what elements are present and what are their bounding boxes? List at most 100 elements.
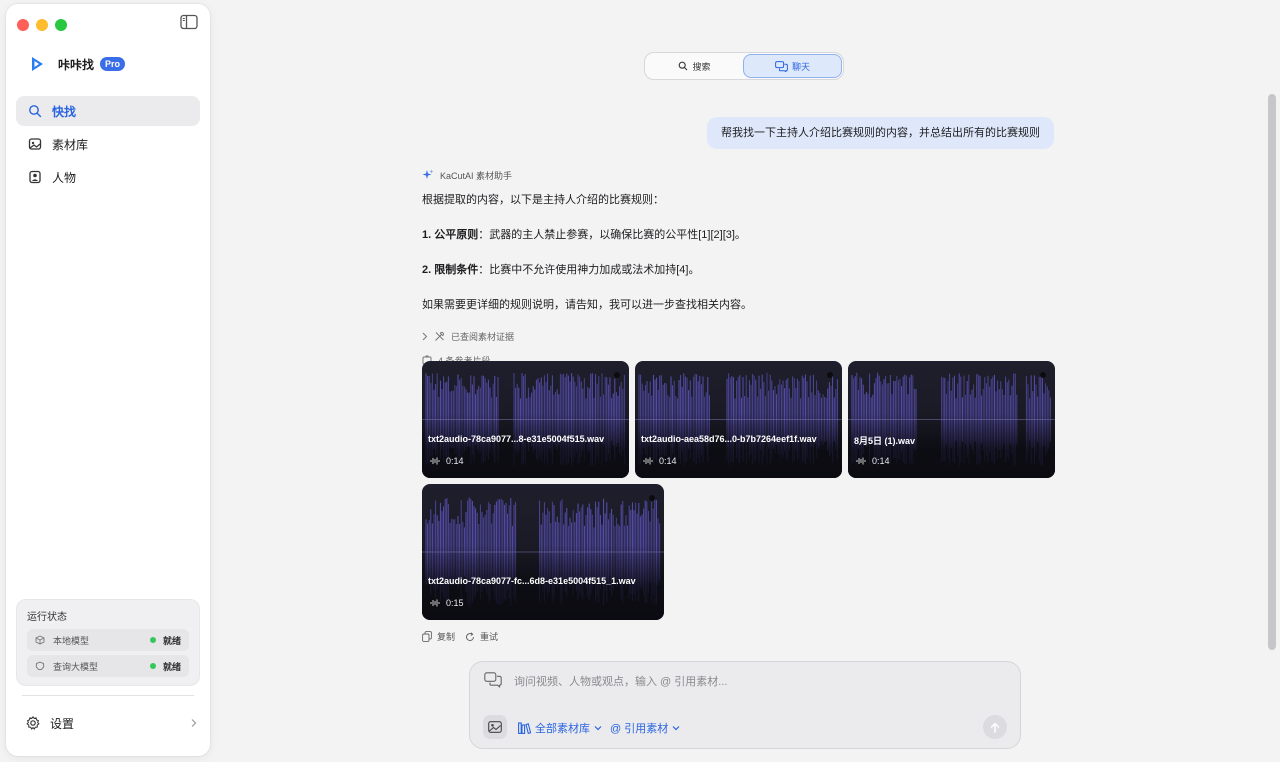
cube-icon [35, 635, 45, 645]
library-selector-label: 全部素材库 [535, 723, 590, 735]
library-selector[interactable]: 全部素材库 [518, 720, 602, 736]
rule-text: ：比赛中不允许使用神力加成或法术加持[4]。 [478, 264, 700, 276]
retry-label: 重试 [480, 632, 499, 642]
minimize-window-button[interactable] [36, 19, 48, 31]
record-dot-icon [649, 495, 655, 501]
assistant-header: KaCutAI 素材助手 [422, 168, 1054, 182]
chat-icon [775, 60, 788, 72]
arrow-up-icon [990, 721, 1000, 733]
tools-icon [435, 331, 445, 341]
sidebar-item-quick-find[interactable]: 快找 [16, 96, 200, 126]
message-actions: 复制 重试 [422, 630, 498, 643]
ready-dot-icon [149, 637, 156, 643]
clip-name: txt2audio-aea58d76...0-b7b7264eef1f.wav [641, 434, 817, 444]
clip-duration-text: 0:14 [659, 456, 677, 466]
clip-name: 8月5日 (1).wav [854, 436, 916, 446]
clip-duration: 0:14 [856, 456, 890, 466]
library-icon [28, 138, 42, 150]
retry-button[interactable]: 重试 [465, 630, 498, 643]
chat-mode-label: 聊天 [791, 61, 810, 72]
assistant-intro: 根据提取的内容，以下是主持人介绍的比赛规则： [422, 194, 664, 206]
close-window-button[interactable] [17, 19, 29, 31]
chat-composer: 询问视频、人物或观点，输入 @ 引用素材... 全部素材库 @ 引用素材 [469, 661, 1021, 749]
sidebar-item-people[interactable]: 人物 [16, 162, 200, 192]
reference-selector[interactable]: @ 引用素材 [610, 720, 680, 736]
evidence-toggle[interactable]: 已查阅素材证据 [422, 326, 1054, 346]
clip-duration: 0:14 [643, 456, 677, 466]
sparkle-icon [422, 169, 434, 179]
chat-input[interactable]: 询问视频、人物或观点，输入 @ 引用素材... [514, 673, 727, 689]
search-mode-button[interactable]: 搜索 [646, 54, 743, 78]
sidebar: 咔咔找 Pro 快找 素材库 人物 运行状态 本地模型 就绪 查询大模型 就绪 [6, 4, 210, 756]
send-button[interactable] [983, 715, 1007, 739]
assistant-rule-2: 2. 限制条件：比赛中不允许使用神力加成或法术加持[4]。 [422, 254, 1054, 287]
attach-image-button[interactable] [483, 715, 507, 739]
clip-name: txt2audio-78ca9077-fc...6d8-e31e5004f515… [428, 576, 636, 586]
refresh-icon [466, 631, 475, 641]
chat-mode-button[interactable]: 聊天 [743, 54, 842, 78]
brain-icon [35, 661, 45, 671]
status-value: 就绪 [162, 635, 181, 646]
settings-label: 设置 [50, 716, 75, 731]
audio-clip-card[interactable]: 8月5日 (1).wav 0:14 [848, 361, 1055, 478]
chevron-down-icon [594, 726, 602, 731]
audio-clip-card[interactable]: txt2audio-78ca9077-fc...6d8-e31e5004f515… [422, 484, 664, 620]
status-row-query-model: 查询大模型 就绪 [27, 655, 189, 677]
clip-overlay [422, 413, 629, 478]
sidebar-item-label: 素材库 [52, 137, 89, 152]
audio-wave-icon [856, 457, 866, 465]
audio-wave-icon [430, 599, 440, 607]
copy-label: 复制 [437, 632, 456, 642]
chevron-down-icon [672, 726, 680, 731]
sidebar-item-library[interactable]: 素材库 [16, 129, 200, 159]
audio-clip-card[interactable]: txt2audio-aea58d76...0-b7b7264eef1f.wav … [635, 361, 842, 478]
status-row-local-model: 本地模型 就绪 [27, 629, 189, 651]
rule-text: ：武器的主人禁止参赛，以确保比赛的公平性[1][2][3]。 [478, 229, 746, 241]
assistant-closing: 如果需要更详细的规则说明，请告知，我可以进一步查找相关内容。 [422, 299, 752, 311]
rule-title: 2. 限制条件 [422, 264, 479, 276]
evidence-label: 已查阅素材证据 [451, 331, 515, 342]
audio-clip-card[interactable]: txt2audio-78ca9077...8-e31e5004f515.wav … [422, 361, 629, 478]
person-icon [29, 170, 41, 184]
zoom-window-button[interactable] [55, 19, 67, 31]
copy-icon [422, 631, 432, 642]
clip-duration-text: 0:14 [446, 456, 464, 466]
mode-switch: 搜索 聊天 [644, 52, 844, 80]
clip-name: txt2audio-78ca9077...8-e31e5004f515.wav [428, 434, 605, 444]
pro-badge: Pro [100, 57, 126, 71]
main-panel: 搜索 聊天 帮我找一下主持人介绍比赛规则的内容，并总结出所有的比赛规则 KaCu… [216, 0, 1280, 762]
chevron-right-icon [422, 332, 428, 340]
sidebar-divider [22, 695, 194, 696]
rule-title: 1. 公平原则 [422, 229, 479, 241]
sidebar-item-label: 人物 [52, 170, 77, 185]
chevron-right-icon [191, 719, 197, 727]
chat-bubbles-icon [484, 672, 502, 688]
status-title: 运行状态 [27, 612, 67, 623]
audio-wave-icon [430, 457, 440, 465]
settings-button[interactable]: 设置 [26, 712, 198, 734]
copy-button[interactable]: 复制 [422, 630, 455, 643]
sidebar-toggle-icon[interactable] [180, 14, 198, 30]
user-message-bubble: 帮我找一下主持人介绍比赛规则的内容，并总结出所有的比赛规则 [707, 117, 1054, 149]
clip-overlay [635, 413, 842, 478]
clip-duration-text: 0:14 [872, 456, 890, 466]
record-dot-icon [614, 372, 620, 378]
search-mode-label: 搜索 [692, 61, 711, 72]
image-icon [488, 721, 502, 733]
clip-duration: 0:15 [430, 598, 464, 608]
assistant-message: KaCutAI 素材助手 根据提取的内容，以下是主持人介绍的比赛规则： 1. 公… [422, 168, 1054, 370]
clip-duration: 0:14 [430, 456, 464, 466]
assistant-rule-1: 1. 公平原则：武器的主人禁止参赛，以确保比赛的公平性[1][2][3]。 [422, 219, 1054, 252]
sidebar-nav: 快找 素材库 人物 [16, 96, 200, 195]
record-dot-icon [1040, 372, 1046, 378]
audio-wave-icon [643, 457, 653, 465]
brand: 咔咔找 Pro [26, 53, 126, 75]
window-controls [17, 19, 67, 31]
status-value: 就绪 [162, 661, 181, 672]
gear-icon [26, 716, 40, 730]
runtime-status-panel: 运行状态 本地模型 就绪 查询大模型 就绪 [16, 599, 200, 686]
app-name: 咔咔找 [58, 57, 95, 72]
scrollbar[interactable] [1268, 94, 1276, 650]
library-books-icon [518, 722, 531, 734]
reference-selector-label: @ 引用素材 [610, 723, 669, 735]
